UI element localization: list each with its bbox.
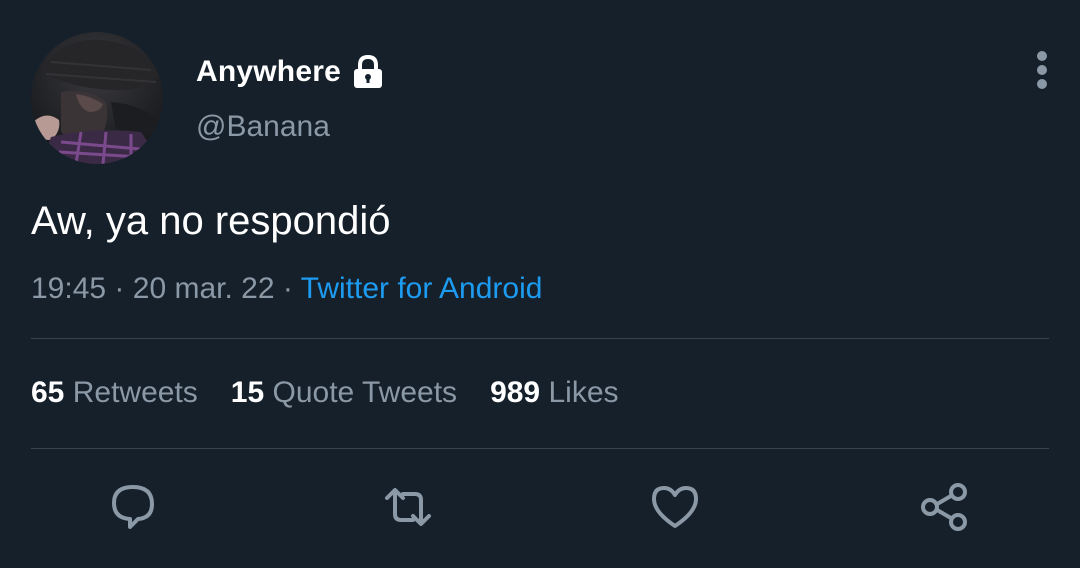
reply-button[interactable] bbox=[108, 482, 158, 532]
quote-tweets-stat[interactable]: 15 Quote Tweets bbox=[231, 376, 457, 410]
likes-label: Likes bbox=[548, 376, 619, 409]
like-button[interactable] bbox=[650, 482, 700, 532]
quote-tweets-count: 15 bbox=[230, 376, 265, 409]
tweet-time: 19:45 bbox=[31, 272, 107, 305]
lock-icon bbox=[349, 54, 387, 90]
tweet-meta: 19:45 · 20 mar. 22 · Twitter for Android bbox=[31, 272, 542, 306]
reply-icon bbox=[112, 485, 154, 529]
share-icon bbox=[921, 483, 967, 531]
meta-separator: · bbox=[114, 272, 125, 305]
tweet-stats: 65 Retweets 15 Quote Tweets 989 Likes bbox=[31, 376, 652, 410]
meta-separator: · bbox=[282, 272, 293, 305]
divider bbox=[31, 338, 1049, 339]
tweet-source-link[interactable]: Twitter for Android bbox=[301, 272, 543, 305]
tweet-text: Aw, ya no respondió bbox=[31, 199, 391, 243]
share-button[interactable] bbox=[919, 482, 969, 532]
retweets-count: 65 bbox=[31, 376, 65, 409]
retweet-button[interactable] bbox=[383, 482, 433, 532]
retweets-stat[interactable]: 65 Retweets bbox=[31, 376, 198, 410]
heart-icon bbox=[652, 486, 698, 528]
author-name-row[interactable]: Anywhere bbox=[196, 52, 387, 92]
more-vertical-icon[interactable] bbox=[1027, 48, 1057, 92]
tweet-detail: Anywhere @Banana Aw, ya no respondió 19:… bbox=[0, 0, 1080, 568]
author-handle[interactable]: @Banana bbox=[196, 110, 330, 144]
likes-stat[interactable]: 989 Likes bbox=[490, 376, 618, 410]
divider bbox=[31, 448, 1049, 449]
quote-tweets-label: Quote Tweets bbox=[272, 376, 458, 409]
retweets-label: Retweets bbox=[72, 376, 198, 409]
tweet-date: 20 mar. 22 bbox=[132, 272, 275, 305]
avatar[interactable] bbox=[31, 32, 163, 164]
likes-count: 989 bbox=[490, 376, 541, 409]
retweet-icon bbox=[385, 488, 431, 526]
display-name[interactable]: Anywhere bbox=[196, 55, 341, 89]
